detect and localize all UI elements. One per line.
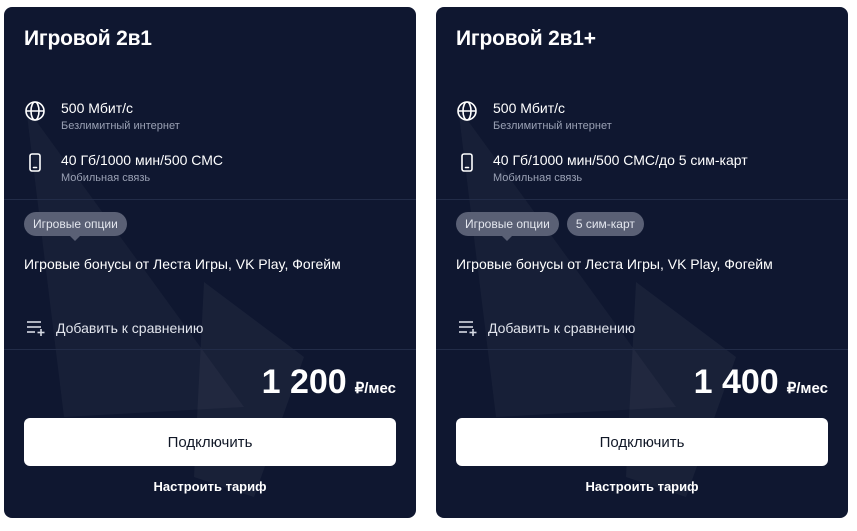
tag-sim-cards[interactable]: 5 сим-карт bbox=[566, 212, 644, 236]
add-to-compare-button[interactable]: Добавить к сравнению bbox=[26, 318, 203, 338]
divider bbox=[436, 199, 848, 200]
price-unit: ₽/мес bbox=[786, 380, 828, 397]
price: 1 200 ₽/мес bbox=[262, 363, 396, 402]
compare-list-icon bbox=[459, 321, 477, 336]
tariff-title: Игровой 2в1 bbox=[24, 27, 152, 50]
tariff-card: Игровой 2в1 500 Мбит/с Безлимитный интер… bbox=[4, 7, 416, 518]
price: 1 400 ₽/мес bbox=[694, 363, 828, 402]
add-to-compare-button[interactable]: Добавить к сравнению bbox=[458, 318, 635, 338]
internet-speed: 500 Мбит/с bbox=[61, 100, 134, 116]
tag-gaming-options[interactable]: Игровые опции bbox=[24, 212, 127, 241]
compare-list-icon bbox=[27, 321, 45, 336]
tag-gaming-options[interactable]: Игровые опции bbox=[456, 212, 559, 241]
globe-icon bbox=[25, 101, 45, 121]
connect-button[interactable]: Подключить bbox=[456, 418, 828, 466]
mobile-package: 40 Гб/1000 мин/500 СМС/до 5 сим-карт bbox=[493, 152, 748, 168]
add-to-compare-label: Добавить к сравнению bbox=[488, 320, 636, 336]
add-to-compare-label: Добавить к сравнению bbox=[56, 320, 204, 336]
mobile-subtitle: Мобильная связь bbox=[493, 172, 583, 184]
internet-speed: 500 Мбит/с bbox=[493, 100, 566, 116]
connect-button[interactable]: Подключить bbox=[24, 418, 396, 466]
bonus-text: Игровые бонусы от Леста Игры, VK Play, Ф… bbox=[456, 256, 773, 272]
phone-icon bbox=[29, 153, 41, 172]
globe-icon bbox=[457, 101, 477, 121]
price-amount: 1 200 bbox=[261, 363, 347, 401]
internet-subtitle: Безлимитный интернет bbox=[61, 120, 180, 132]
mobile-package: 40 Гб/1000 мин/500 СМС bbox=[61, 152, 224, 168]
tariff-title: Игровой 2в1+ bbox=[456, 27, 596, 50]
internet-subtitle: Безлимитный интернет bbox=[493, 120, 612, 132]
bonus-text: Игровые бонусы от Леста Игры, VK Play, Ф… bbox=[24, 256, 341, 272]
divider bbox=[4, 199, 416, 200]
tag-list: Игровые опции bbox=[24, 212, 127, 241]
mobile-subtitle: Мобильная связь bbox=[61, 172, 151, 184]
phone-icon bbox=[461, 153, 473, 172]
divider bbox=[436, 349, 848, 350]
tariff-card: Игровой 2в1+ 500 Мбит/с Безлимитный инте… bbox=[436, 7, 848, 518]
price-unit: ₽/мес bbox=[354, 380, 396, 397]
tag-list: Игровые опции 5 сим-карт bbox=[456, 212, 644, 241]
configure-tariff-link[interactable]: Настроить тариф bbox=[436, 479, 848, 494]
price-amount: 1 400 bbox=[693, 363, 779, 401]
configure-tariff-link[interactable]: Настроить тариф bbox=[4, 479, 416, 494]
divider bbox=[4, 349, 416, 350]
